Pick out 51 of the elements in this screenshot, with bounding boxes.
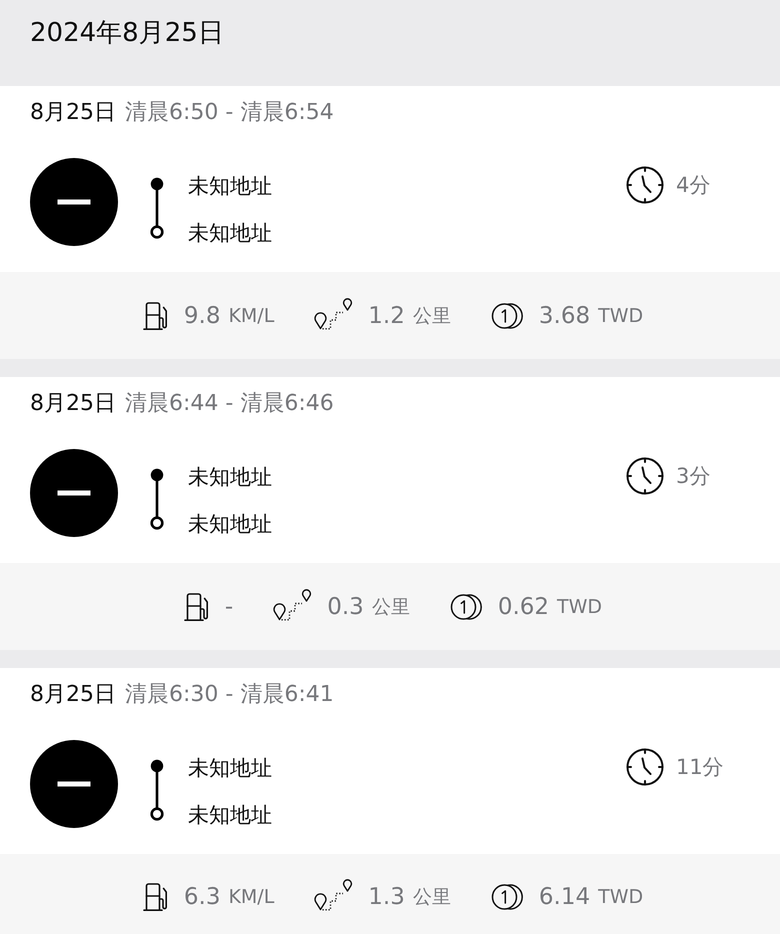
stat-value: - [224, 594, 234, 620]
stat-unit: TWD [598, 304, 644, 326]
origin-address: 未知地址 [188, 755, 272, 782]
destination-address: 未知地址 [188, 511, 272, 538]
origin-address: 未知地址 [188, 464, 272, 491]
minus-circle-icon [30, 158, 118, 246]
trip-date: 8月25日 [30, 390, 116, 418]
minus-circle-icon [30, 740, 118, 828]
fuel-pump-icon [184, 592, 210, 622]
duration-text: 4分 [676, 172, 710, 199]
stat-unit: 公里 [412, 884, 451, 910]
destination-address: 未知地址 [188, 802, 272, 829]
stat-value: 0.3 [327, 594, 364, 620]
stat-value: 9.8 [184, 302, 220, 328]
trip-card[interactable]: 8月25日 清晨6:30 - 清晨6:41 未知地址 未知地址 11分 [0, 668, 780, 854]
stat-unit: 公里 [412, 304, 451, 328]
fuel-pump-icon [142, 882, 169, 912]
route-line-icon [149, 468, 165, 530]
clock-icon [626, 166, 664, 204]
coins-icon [490, 882, 525, 910]
stat-value: 1.3 [368, 884, 405, 910]
stat-unit: KM/L [228, 304, 274, 326]
stat-value: 1.2 [368, 302, 405, 328]
trip-time-range: 清晨6:44 - 清晨6:46 [125, 390, 334, 418]
trip-card[interactable]: 8月25日 清晨6:44 - 清晨6:46 未知地址 未知地址 3分 [0, 377, 780, 563]
trip-time-range: 清晨6:30 - 清晨6:41 [125, 681, 334, 709]
route-line-icon [149, 759, 165, 821]
duration-text: 3分 [676, 463, 710, 490]
stat-unit: TWD [557, 596, 602, 618]
stat-unit: TWD [598, 886, 644, 908]
route-line-icon [149, 177, 165, 239]
date-heading: 2024年8月25日 [30, 18, 224, 48]
minus-circle-icon [30, 449, 118, 537]
coins-icon [450, 592, 484, 620]
stat-value: 3.68 [538, 302, 590, 328]
fuel-pump-icon [142, 300, 169, 330]
trip-time-range: 清晨6:50 - 清晨6:54 [125, 99, 334, 127]
trip-card[interactable]: 8月25日 清晨6:50 - 清晨6:54 未知地址 未知地址 4分 [0, 86, 780, 272]
stat-value: 6.14 [538, 884, 590, 910]
destination-address: 未知地址 [188, 220, 272, 247]
duration-text: 11分 [676, 754, 724, 781]
stat-unit: 公里 [372, 594, 410, 620]
stat-value: 0.62 [498, 594, 550, 620]
stat-value: 6.3 [184, 884, 220, 910]
trip-date: 8月25日 [30, 681, 116, 709]
clock-icon [626, 748, 664, 786]
stat-unit: KM/L [228, 886, 274, 908]
clock-icon [626, 457, 664, 495]
trip-date: 8月25日 [30, 99, 116, 127]
origin-address: 未知地址 [188, 173, 272, 200]
coins-icon [490, 302, 525, 330]
